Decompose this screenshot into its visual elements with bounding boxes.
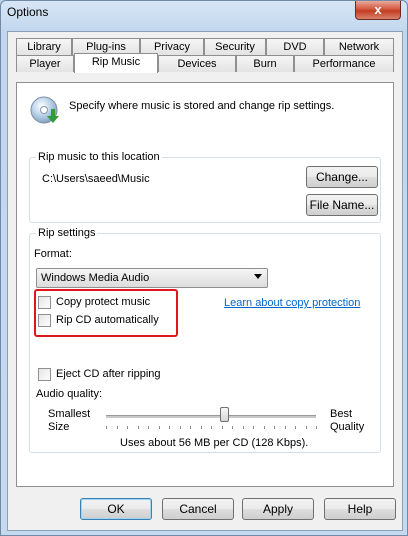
dialog-client: Library Plug-ins Privacy Security DVD Ne…	[7, 31, 403, 531]
smallest-size-label-1: Smallest	[48, 408, 91, 420]
format-label: Format:	[34, 248, 72, 260]
header-description: Specify where music is stored and change…	[69, 100, 335, 112]
slider-tick	[116, 426, 118, 429]
highlight-box	[34, 289, 178, 337]
tab-security[interactable]: Security	[204, 38, 266, 55]
slider-tick	[253, 426, 254, 429]
best-quality-label-1: Best	[330, 408, 353, 420]
slider-tick	[158, 426, 160, 429]
format-select-value: Windows Media Audio	[41, 272, 150, 284]
smallest-size-label-2: Size	[48, 421, 70, 433]
cancel-button[interactable]: Cancel	[162, 498, 234, 520]
slider-tick	[127, 426, 128, 429]
tab-network[interactable]: Network	[324, 38, 394, 55]
rip-location-label: Rip music to this location	[36, 151, 162, 163]
eject-checkbox[interactable]	[38, 368, 51, 381]
slider-tick	[232, 426, 233, 429]
slider-tick	[284, 426, 286, 429]
quality-slider-track[interactable]	[106, 415, 316, 418]
slider-tick	[200, 426, 202, 429]
slider-tick	[137, 426, 139, 429]
close-icon: x	[374, 2, 382, 17]
format-select[interactable]: Windows Media Audio	[36, 268, 268, 288]
slider-tick	[316, 426, 317, 429]
tab-burn[interactable]: Burn	[236, 55, 294, 72]
slider-tick	[211, 426, 212, 429]
slider-tick	[190, 426, 191, 429]
eject-label[interactable]: Eject CD after ripping	[56, 368, 161, 380]
file-name-button[interactable]: File Name...	[306, 194, 378, 216]
learn-copy-protection-link[interactable]: Learn about copy protection	[224, 297, 360, 309]
close-button[interactable]: x	[355, 1, 401, 20]
help-button[interactable]: Help	[324, 498, 396, 520]
slider-tick	[274, 426, 275, 429]
chevron-down-icon	[254, 274, 262, 279]
tab-library[interactable]: Library	[16, 38, 72, 55]
change-button[interactable]: Change...	[306, 166, 378, 188]
rip-music-panel: Specify where music is stored and change…	[16, 82, 394, 487]
rip-settings-group: Rip settings Format: Windows Media Audio…	[29, 227, 381, 453]
audio-quality-label: Audio quality:	[36, 388, 103, 400]
slider-tick	[106, 426, 107, 429]
rip-settings-label: Rip settings	[36, 227, 98, 239]
slider-tick	[169, 426, 170, 429]
title-bar[interactable]: Options x	[1, 1, 407, 25]
tab-rip-music[interactable]: Rip Music	[74, 53, 158, 73]
usage-text: Uses about 56 MB per CD (128 Kbps).	[120, 437, 309, 449]
best-quality-label-2: Quality	[330, 421, 365, 433]
tab-performance[interactable]: Performance	[294, 55, 394, 72]
rip-location-group: Rip music to this location C:\Users\saee…	[29, 151, 381, 223]
cd-rip-icon	[30, 96, 59, 124]
slider-tick	[148, 426, 149, 429]
window-title: Options	[7, 5, 49, 19]
slider-tick	[305, 426, 307, 429]
slider-tick	[242, 426, 244, 429]
ok-button[interactable]: OK	[80, 498, 152, 520]
slider-tick	[221, 426, 223, 429]
tab-player[interactable]: Player	[16, 55, 74, 72]
quality-slider-thumb[interactable]	[219, 407, 229, 422]
slider-tick	[179, 426, 181, 429]
slider-tick	[295, 426, 296, 429]
apply-button[interactable]: Apply	[242, 498, 314, 520]
tab-devices[interactable]: Devices	[158, 55, 236, 72]
tab-dvd[interactable]: DVD	[266, 38, 324, 55]
slider-tick	[263, 426, 265, 429]
rip-location-path: C:\Users\saeed\Music	[42, 173, 150, 185]
options-window: Options x Library Plug-ins Privacy Secur…	[0, 0, 408, 536]
